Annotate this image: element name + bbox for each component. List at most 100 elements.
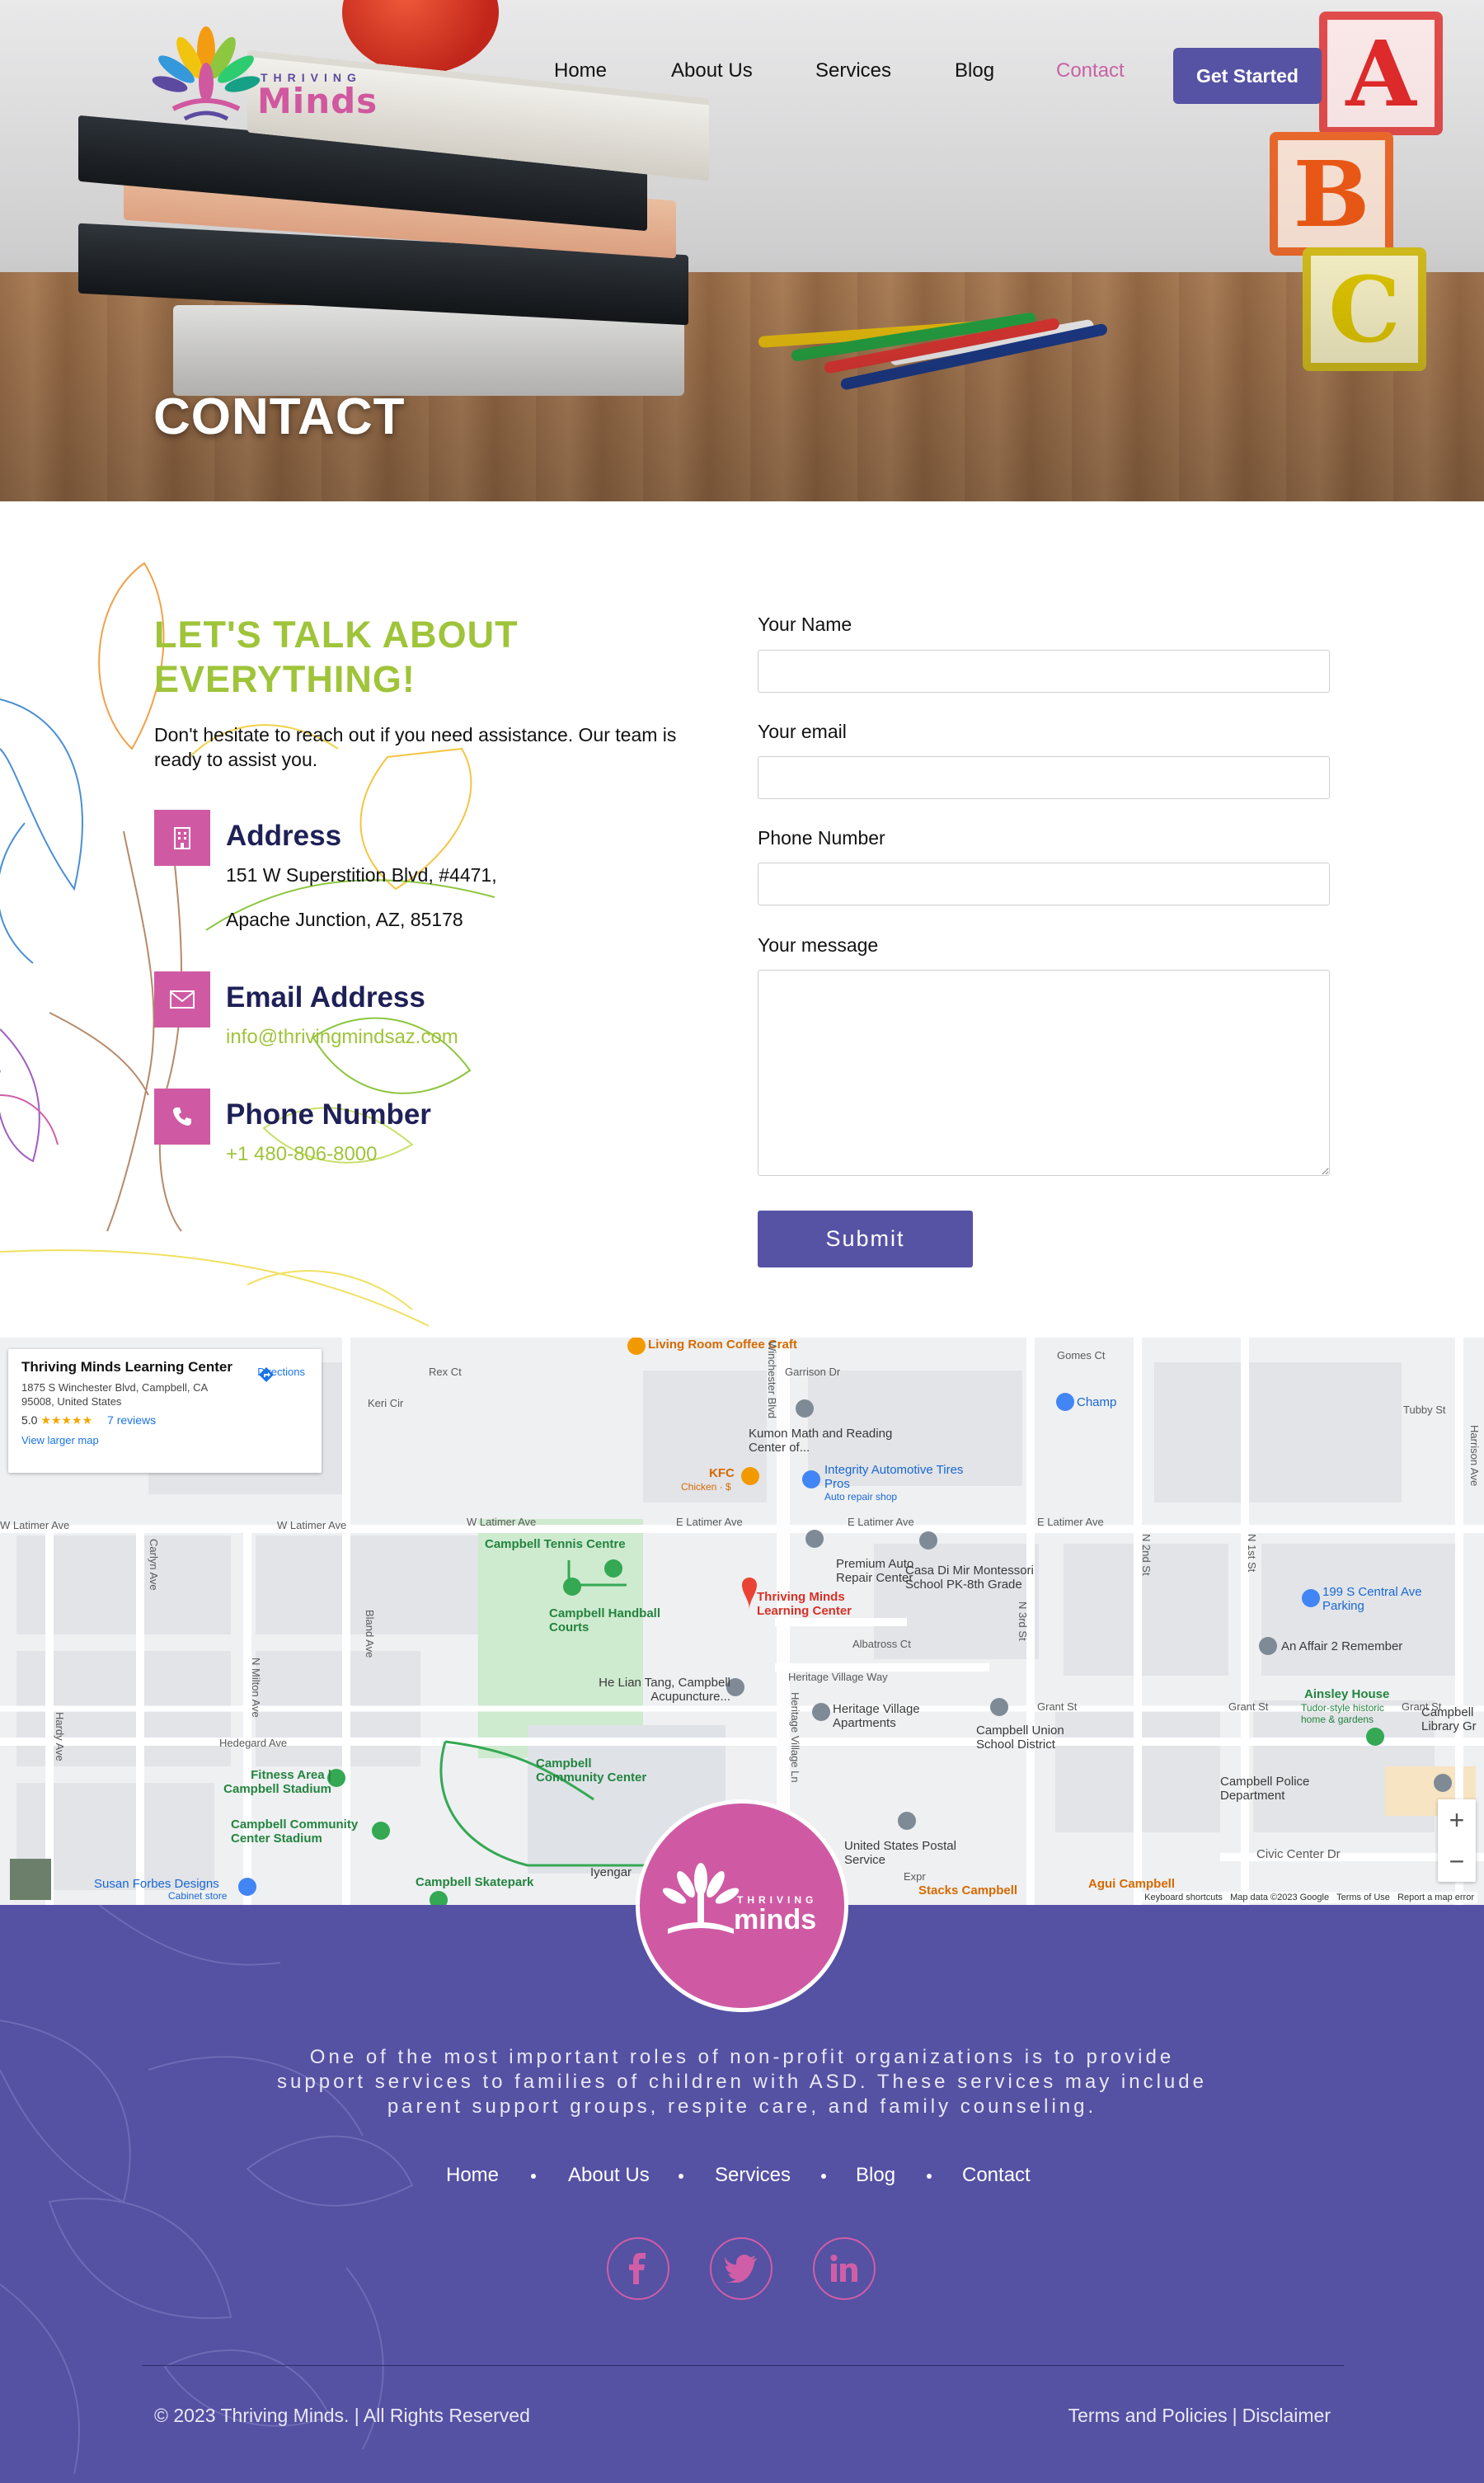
footer-nav-contact[interactable]: Contact <box>962 2164 1031 2187</box>
twitter-icon[interactable] <box>710 2237 773 2300</box>
reviews-link[interactable]: 7 reviews <box>107 1413 156 1427</box>
address-line-1: 151 W Superstition Blvd, #4471, <box>226 864 497 886</box>
site-logo[interactable]: THRIVING Minds <box>148 18 396 134</box>
nav-contact[interactable]: Contact <box>1056 59 1125 82</box>
terms-of-use-link[interactable]: Terms of Use <box>1336 1893 1390 1902</box>
email-field[interactable] <box>758 756 1330 799</box>
street-label: Gomes Ct <box>1057 1349 1106 1361</box>
map-card-address: 1875 S Winchester Blvd, Campbell, CA 950… <box>21 1381 208 1408</box>
street-label: Civic Center Dr <box>1256 1847 1341 1861</box>
map-place-agui[interactable]: Agui Campbell <box>1088 1877 1175 1891</box>
street-label: Grant St <box>1228 1700 1269 1713</box>
footer-mission-text: One of the most important roles of non-p… <box>277 2046 1207 2118</box>
map-data-label: Map data ©2023 Google <box>1230 1893 1330 1902</box>
phone-link[interactable]: +1 480-806-8000 <box>226 1143 378 1166</box>
message-field[interactable] <box>758 970 1330 1176</box>
street-label: N 3rd St <box>1017 1601 1029 1641</box>
zoom-out-button[interactable]: − <box>1449 1846 1465 1877</box>
map-place-champ[interactable]: Champ <box>1077 1395 1116 1409</box>
directions-button[interactable]: Directions <box>257 1366 305 1382</box>
map-place-community-stadium[interactable]: Campbell Community Center Stadium <box>231 1818 371 1846</box>
building-icon <box>154 810 210 866</box>
rating-value: 5.0 <box>21 1413 38 1427</box>
terms-and-policies-link[interactable]: Terms and Policies <box>1068 2405 1228 2426</box>
nav-home[interactable]: Home <box>554 59 607 82</box>
map-place-community[interactable]: Campbell Community Center <box>536 1756 660 1785</box>
street-label: Keri Cir <box>368 1397 404 1409</box>
map-place-helian[interactable]: He Lian Tang, Campbell Acupuncture... <box>566 1676 730 1704</box>
email-link[interactable]: info@thrivingmindsaz.com <box>226 1026 458 1049</box>
phone-field[interactable] <box>758 863 1330 905</box>
map-place-usps[interactable]: United States Postal Service <box>844 1839 968 1867</box>
nav-services[interactable]: Services <box>815 59 891 82</box>
map-place-kumon[interactable]: Kumon Math and Reading Center of... <box>749 1427 905 1455</box>
map-place-thriving-minds[interactable]: Thriving Minds Learning Center <box>757 1590 889 1618</box>
zoom-in-button[interactable]: + <box>1449 1805 1465 1836</box>
phone-title: Phone Number <box>226 1098 431 1131</box>
name-field[interactable] <box>758 650 1330 693</box>
street-label: W Latimer Ave <box>0 1519 70 1531</box>
map-zoom-control: + − <box>1438 1799 1476 1882</box>
get-started-button[interactable]: Get Started <box>1173 48 1322 104</box>
map-place-integrity[interactable]: Integrity Automotive Tires Pros <box>824 1463 989 1491</box>
nav-about-us[interactable]: About Us <box>671 59 753 82</box>
street-label: W Latimer Ave <box>277 1519 347 1531</box>
keyboard-shortcuts-link[interactable]: Keyboard shortcuts <box>1144 1893 1223 1902</box>
street-label: Expr <box>904 1870 926 1883</box>
footer-nav-about-us[interactable]: About Us <box>568 2164 650 2187</box>
map-place-integrity-sub: Auto repair shop <box>824 1491 898 1502</box>
footer-nav-home[interactable]: Home <box>446 2164 499 2187</box>
facebook-icon[interactable] <box>607 2237 669 2300</box>
map-place-susan[interactable]: Susan Forbes Designs <box>94 1877 219 1891</box>
report-map-error-link[interactable]: Report a map error <box>1397 1893 1474 1902</box>
message-label: Your message <box>758 934 879 956</box>
street-label: E Latimer Ave <box>848 1516 914 1528</box>
linkedin-icon[interactable] <box>813 2237 876 2300</box>
map-place-susan-sub: Cabinet store <box>168 1890 228 1902</box>
nav-blog[interactable]: Blog <box>955 59 994 82</box>
map-place-tennis[interactable]: Campbell Tennis Centre <box>485 1537 626 1551</box>
street-label: W Latimer Ave <box>467 1516 537 1528</box>
street-label: Carlyn Ave <box>148 1539 160 1591</box>
name-label: Your Name <box>758 614 852 635</box>
footer-divider <box>142 2365 1344 2366</box>
street-label: N 2nd St <box>1140 1534 1153 1576</box>
map-place-police[interactable]: Campbell Police Department <box>1220 1775 1327 1803</box>
map-place-kfc[interactable]: KFC <box>709 1466 735 1480</box>
map-place-heritage[interactable]: Heritage Village Apartments <box>833 1702 948 1730</box>
address-title: Address <box>226 820 342 852</box>
street-label: Heritage Village Way <box>788 1671 888 1683</box>
footer-nav-blog[interactable]: Blog <box>856 2164 895 2187</box>
street-label: E Latimer Ave <box>1037 1516 1104 1528</box>
contact-subtext: Don't hesitate to reach out if you need … <box>154 724 677 770</box>
map-place-stacks[interactable]: Stacks Campbell <box>918 1883 1017 1898</box>
map-place-handball[interactable]: Campbell Handball Courts <box>549 1606 665 1634</box>
map-place-union[interactable]: Campbell Union School District <box>976 1724 1092 1752</box>
footer-logo-badge[interactable]: THRIVING minds <box>636 1799 848 2012</box>
street-label: N Milton Ave <box>250 1658 262 1718</box>
map-place-skatepark[interactable]: Campbell Skatepark <box>416 1875 533 1889</box>
map-info-card: Thriving Minds Learning Center 1875 S Wi… <box>8 1349 322 1473</box>
street-label: Hardy Ave <box>54 1712 66 1761</box>
contact-heading: LET'S TALK ABOUT EVERYTHING! <box>154 614 519 700</box>
footer-nav-services[interactable]: Services <box>715 2164 791 2187</box>
street-label: Grant St <box>1037 1700 1078 1713</box>
map-place-iyengar[interactable]: Iyengar <box>590 1865 632 1879</box>
lotus-logo-icon <box>152 26 261 121</box>
street-label: Grant St <box>1402 1700 1442 1713</box>
map-place-parking[interactable]: 199 S Central Ave Parking <box>1322 1585 1430 1613</box>
street-label: Bland Ave <box>364 1610 376 1658</box>
disclaimer-link[interactable]: Disclaimer <box>1242 2405 1331 2426</box>
map-place-fitness[interactable]: Fitness Area | Campbell Stadium <box>208 1768 331 1796</box>
directions-icon <box>259 1367 275 1382</box>
envelope-icon <box>154 971 210 1028</box>
map-place-ainsley[interactable]: Ainsley House <box>1304 1687 1389 1701</box>
view-larger-map-link[interactable]: View larger map <box>21 1434 308 1446</box>
nav-separator-dot <box>927 2174 932 2179</box>
map-place-affair[interactable]: An Affair 2 Remember <box>1281 1639 1402 1653</box>
map-place-casa[interactable]: Casa Di Mir Montessori School PK-8th Gra… <box>905 1564 1070 1592</box>
email-title: Email Address <box>226 981 425 1013</box>
copyright-text: © 2023 Thriving Minds. | All Rights Rese… <box>154 2405 530 2426</box>
submit-button[interactable]: Submit <box>758 1211 973 1267</box>
email-label: Your email <box>758 721 847 742</box>
